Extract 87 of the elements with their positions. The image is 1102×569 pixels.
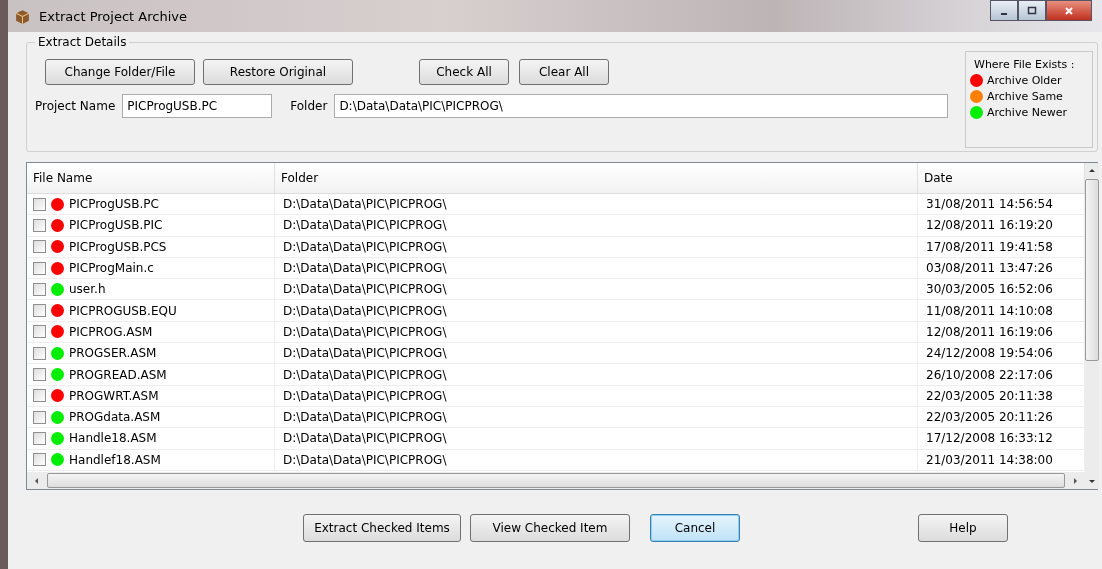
file-date: 30/03/2005 16:52:06 [926,282,1053,297]
file-name: PROGSER.ASM [69,346,157,361]
project-name-label: Project Name [35,99,116,113]
folder-field[interactable]: D:\Data\Data\PIC\PICPROG\ [334,94,949,118]
file-name: PROGWRT.ASM [69,388,159,403]
file-date: 17/12/2008 16:33:12 [926,431,1053,446]
restore-original-button[interactable]: Restore Original [203,59,353,85]
dialog-button[interactable]: Help [918,514,1008,542]
file-date: 17/08/2011 19:41:58 [926,239,1053,254]
file-name: PICProgUSB.PC [69,197,159,212]
window-title: Extract Project Archive [39,8,187,24]
file-name: PICProgMain.c [69,261,154,276]
checkbox[interactable] [33,304,46,318]
file-date: 21/03/2011 14:38:00 [926,452,1053,467]
folder-path: D:\Data\Data\PIC\PICPROG\ [283,388,447,403]
folder-path: D:\Data\Data\PIC\PICPROG\ [283,324,447,339]
column-header[interactable]: Folder [275,163,918,193]
file-date: 22/03/2005 20:11:38 [926,388,1053,403]
legend-label: Archive Newer [987,106,1067,119]
minimize-button[interactable] [990,0,1018,21]
folder-path: D:\Data\Data\PIC\PICPROG\ [283,431,447,446]
folder-path: D:\Data\Data\PIC\PICPROG\ [283,197,447,212]
checkbox[interactable] [33,346,46,360]
folder-path: D:\Data\Data\PIC\PICPROG\ [283,239,447,254]
close-button[interactable] [1046,0,1092,21]
scroll-thumb[interactable] [1085,179,1099,361]
scroll-right-icon[interactable] [1071,476,1079,485]
folder-path: D:\Data\Data\PIC\PICPROG\ [283,282,447,297]
checkbox[interactable] [33,261,46,275]
scroll-left-icon[interactable] [33,476,41,485]
folder-path: D:\Data\Data\PIC\PICPROG\ [283,303,447,318]
legend-title: Where File Exists : [974,58,1076,71]
change-folder-button[interactable]: Change Folder/File [45,59,195,85]
folder-path: D:\Data\Data\PIC\PICPROG\ [283,410,447,425]
file-date: 26/10/2008 22:17:06 [926,367,1053,382]
folder-label: Folder [290,99,328,113]
scroll-thumb[interactable] [47,473,1065,488]
dialog-button[interactable]: Extract Checked Items [303,514,461,542]
folder-path: D:\Data\Data\PIC\PICPROG\ [283,346,447,361]
check-all-button[interactable]: Check All [419,59,509,85]
checkbox[interactable] [33,218,46,232]
legend-label: Archive Same [987,90,1063,103]
checkbox[interactable] [33,282,46,296]
scroll-up-icon[interactable] [1088,167,1096,175]
file-name: PROGdata.ASM [69,410,161,425]
horizontal-scrollbar[interactable] [27,472,1085,489]
checkbox[interactable] [33,197,46,211]
file-date: 12/08/2011 16:19:20 [926,218,1053,233]
scroll-down-icon[interactable] [1088,477,1096,485]
project-name-field[interactable]: PICProgUSB.PC [122,94,273,118]
checkbox[interactable] [33,240,46,254]
file-name: user.h [69,282,106,297]
file-date: 12/08/2011 16:19:06 [926,324,1053,339]
file-date: 24/12/2008 19:54:06 [926,346,1053,361]
file-name: Handle18.ASM [69,431,157,446]
file-name: Handlef18.ASM [69,452,161,467]
checkbox[interactable] [33,325,46,339]
vertical-scrollbar[interactable] [1085,163,1099,489]
close-icon [1064,5,1074,16]
file-date: 03/08/2011 13:47:26 [926,261,1053,276]
file-date: 22/03/2005 20:11:26 [926,410,1053,425]
file-name: PICPROG.ASM [69,324,153,339]
file-name: PICProgUSB.PCS [69,239,167,254]
file-date: 11/08/2011 14:10:08 [926,303,1053,318]
column-header[interactable]: File Name [27,163,275,193]
folder-path: D:\Data\Data\PIC\PICPROG\ [283,218,447,233]
file-name: PROGREAD.ASM [69,367,167,382]
folder-path: D:\Data\Data\PIC\PICPROG\ [283,452,447,467]
checkbox[interactable] [33,410,46,424]
file-name: PICProgUSB.PIC [69,218,163,233]
dialog-button[interactable]: Cancel [650,514,740,542]
file-name: PICPROGUSB.EQU [69,303,177,318]
checkbox[interactable] [33,389,46,403]
dialog-button[interactable]: View Checked Item [470,514,630,542]
minimize-icon [1001,12,1007,15]
maximize-button[interactable] [1018,0,1046,21]
maximize-icon [1027,5,1037,16]
checkbox[interactable] [33,368,46,381]
folder-path: D:\Data\Data\PIC\PICPROG\ [283,261,447,276]
checkbox[interactable] [33,453,46,467]
box-icon [14,7,31,25]
legend-label: Archive Older [987,74,1062,87]
checkbox[interactable] [33,431,46,445]
file-date: 31/08/2011 14:56:54 [926,197,1053,212]
clear-all-button[interactable]: Clear All [519,59,609,85]
group-label: Extract Details [35,35,130,49]
folder-path: D:\Data\Data\PIC\PICPROG\ [283,367,447,382]
